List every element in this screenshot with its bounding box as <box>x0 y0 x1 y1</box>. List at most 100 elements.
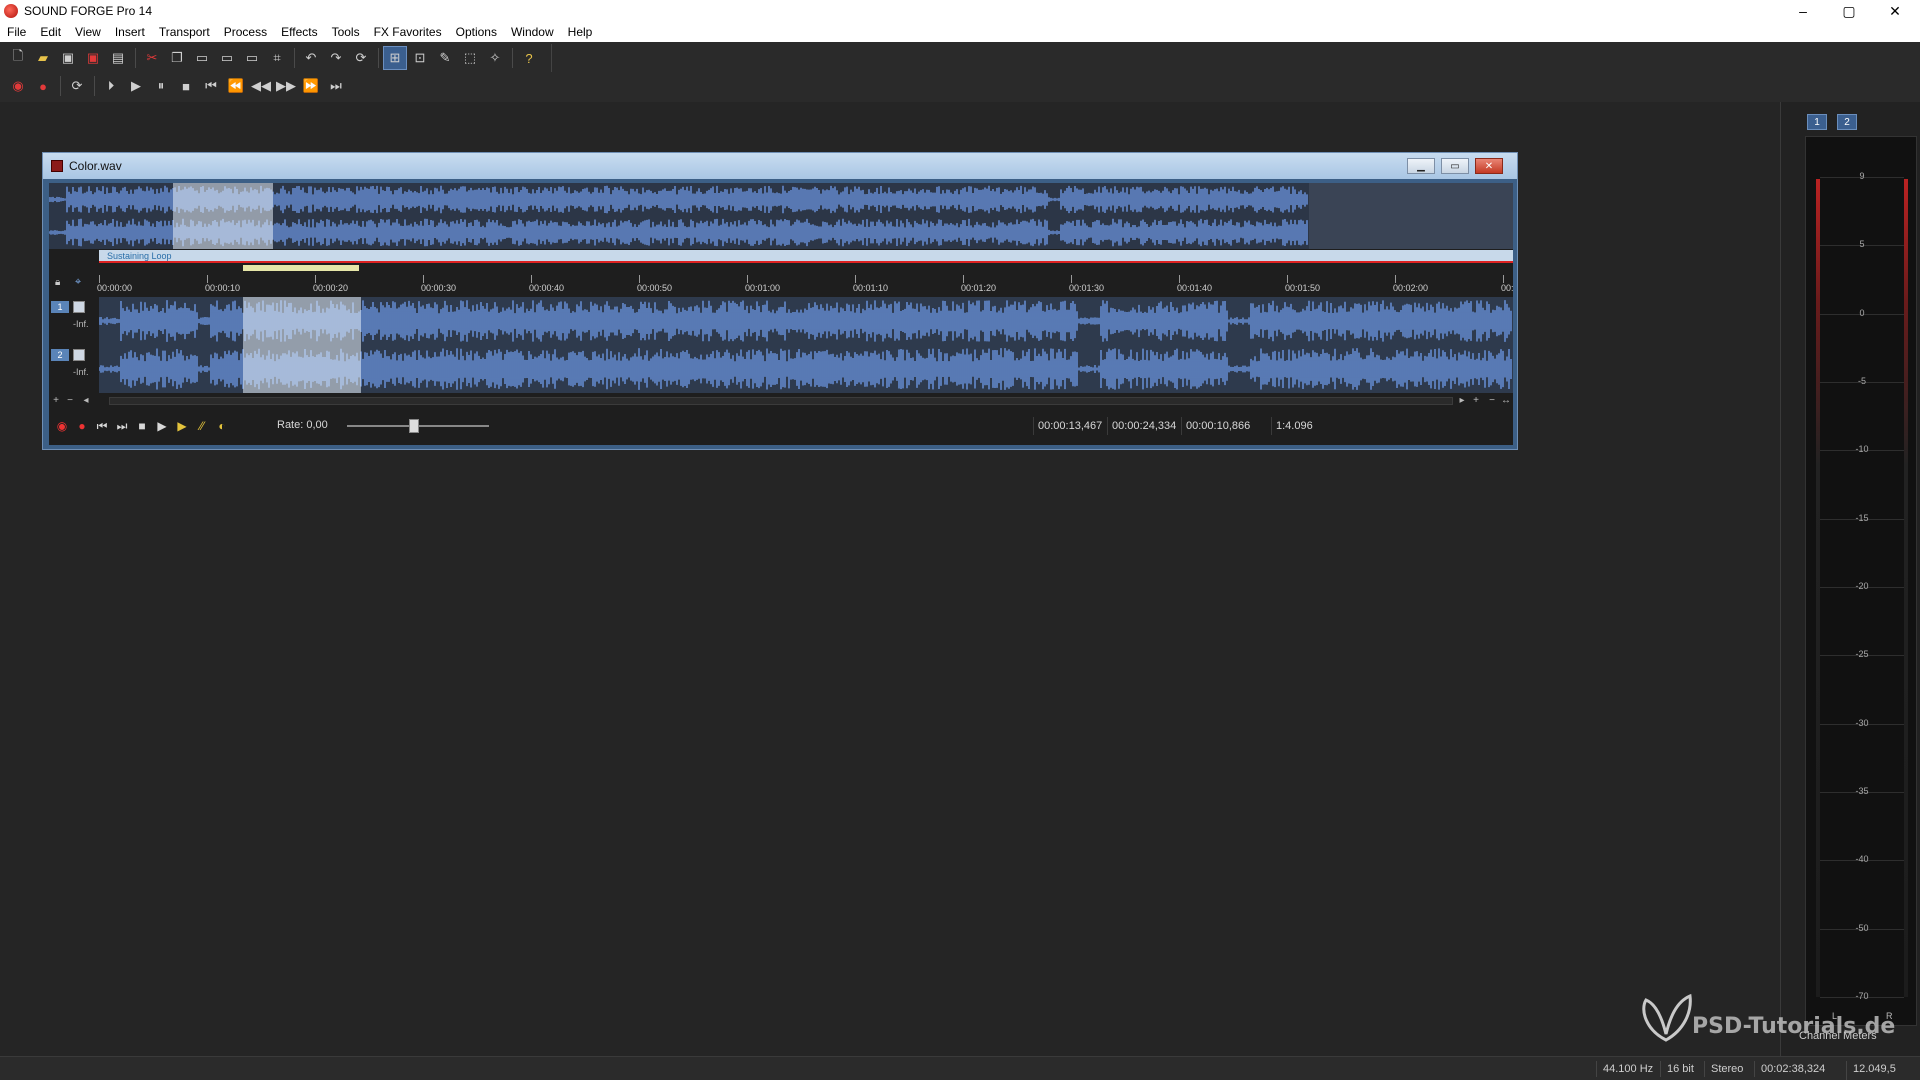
channel-number[interactable]: 2 <box>51 349 69 361</box>
menu-insert[interactable]: Insert <box>108 22 152 42</box>
new-file-icon[interactable]: 🗋 <box>6 46 30 70</box>
play-looped-icon[interactable]: ▶ <box>173 417 191 435</box>
menu-window[interactable]: Window <box>504 22 561 42</box>
time-ruler-area[interactable]: 🔒︎ ⌖ 00:00:00 00:00:10 00:00:20 00:00:30 00:… <box>49 265 1514 297</box>
ruler-tick <box>639 275 640 283</box>
fast-forward-icon[interactable]: ▶▶ <box>274 74 298 98</box>
minimize-button[interactable]: – <box>1780 0 1826 22</box>
selection-start[interactable]: 00:00:13,467 <box>1033 417 1106 435</box>
channel-mute-button[interactable] <box>73 301 85 313</box>
cut-icon[interactable]: ✂ <box>140 46 164 70</box>
zoom-in-vertical-icon[interactable]: + <box>49 393 63 409</box>
sustaining-loop-region[interactable] <box>99 250 1513 263</box>
record-icon[interactable]: ● <box>73 417 91 435</box>
save-icon[interactable]: ▣ <box>56 46 80 70</box>
meter-scale-label: 9 <box>1859 171 1865 181</box>
channel-number[interactable]: 1 <box>51 301 69 313</box>
data-window-titlebar[interactable]: Color.wav ▁ ▭ ✕ <box>43 153 1517 179</box>
help-icon[interactable]: ? <box>517 46 541 70</box>
menu-view[interactable]: View <box>68 22 108 42</box>
redo-icon[interactable]: ↷ <box>324 46 348 70</box>
paste-icon[interactable]: ▭ <box>190 46 214 70</box>
go-to-start-icon[interactable]: ⏮ <box>199 74 223 98</box>
play-icon[interactable]: ▶ <box>153 417 171 435</box>
pause-icon[interactable]: ⏸ <box>149 74 173 98</box>
channel-mute-button[interactable] <box>73 349 85 361</box>
ruler-tick-label: 00:00:30 <box>421 283 457 293</box>
event-tool-icon[interactable]: ✧ <box>483 46 507 70</box>
snap-icon[interactable]: ⌖ <box>75 276 81 289</box>
time-ruler[interactable]: 00:00:00 00:00:10 00:00:20 00:00:30 00:00:40… <box>97 275 1514 297</box>
play-icon[interactable]: ▶ <box>124 74 148 98</box>
meter-tab-1[interactable]: 1 <box>1807 114 1827 130</box>
selection-length[interactable]: 00:00:10,866 <box>1181 417 1254 435</box>
menu-fx-favorites[interactable]: FX Favorites <box>367 22 449 42</box>
loop-icon[interactable]: ⟳ <box>65 74 89 98</box>
channel-2-waveform[interactable] <box>99 345 1513 393</box>
menu-effects[interactable]: Effects <box>274 22 324 42</box>
save-all-icon[interactable]: ▤ <box>106 46 130 70</box>
zoom-ratio[interactable]: 1:4.096 <box>1271 417 1317 435</box>
envelope-tool-icon[interactable]: ⬚ <box>458 46 482 70</box>
stop-icon[interactable]: ■ <box>133 417 151 435</box>
zoom-out-horizontal-icon[interactable]: − <box>1485 393 1499 409</box>
channel-1-waveform[interactable] <box>99 297 1513 345</box>
pencil-tool-icon[interactable]: ✎ <box>433 46 457 70</box>
scrub-icon[interactable]: ⁄⁄ <box>193 417 211 435</box>
status-channels: Stereo <box>1704 1061 1749 1077</box>
go-to-start-icon[interactable]: ⏮ <box>93 417 111 435</box>
repeat-icon[interactable]: ⟳ <box>349 46 373 70</box>
rate-slider-thumb[interactable] <box>409 419 419 433</box>
open-folder-icon[interactable]: ▰ <box>31 46 55 70</box>
selection-end[interactable]: 00:00:24,334 <box>1107 417 1180 435</box>
record-icon[interactable]: ● <box>31 74 55 98</box>
transport-toolbar: ◉ ● ⟳ ⏵ ▶ ⏸ ■ ⏮ ⏪ ◀◀ ▶▶ ⏩ ⏭ <box>0 72 352 100</box>
crop-icon[interactable]: ⌗ <box>265 46 289 70</box>
rewind-icon[interactable]: ◀◀ <box>249 74 273 98</box>
zoom-fit-icon[interactable]: ↔ <box>1499 393 1513 409</box>
scroll-right-icon[interactable]: ▸ <box>1455 393 1469 409</box>
data-window-close[interactable]: ✕ <box>1475 158 1503 174</box>
previous-icon[interactable]: ⏪ <box>224 74 248 98</box>
mix-icon[interactable]: ▭ <box>215 46 239 70</box>
menu-options[interactable]: Options <box>449 22 504 42</box>
paste-new-icon[interactable]: ▭ <box>240 46 264 70</box>
waveform-tracks[interactable]: 1 -Inf. 2 -Inf. <box>49 297 1513 393</box>
copy-icon[interactable]: ❐ <box>165 46 189 70</box>
close-button[interactable]: ✕ <box>1872 0 1918 22</box>
zoom-out-vertical-icon[interactable]: − <box>63 393 77 409</box>
menu-file[interactable]: File <box>0 22 33 42</box>
magnify-tool-icon[interactable]: ⊡ <box>408 46 432 70</box>
overview-bar[interactable] <box>49 183 1513 249</box>
go-to-end-icon[interactable]: ⏭ <box>113 417 131 435</box>
marker-bar[interactable]: Sustaining Loop <box>49 249 1513 265</box>
record-arm-icon[interactable]: ◉ <box>53 417 71 435</box>
ruler-tick-label: 00:01:20 <box>961 283 997 293</box>
rate-label: Rate: 0,00 <box>277 419 328 431</box>
record-arm-icon[interactable]: ◉ <box>6 74 30 98</box>
edit-tool-icon[interactable]: ⊞ <box>383 46 407 70</box>
menu-tools[interactable]: Tools <box>325 22 367 42</box>
menu-help[interactable]: Help <box>561 22 600 42</box>
lock-icon[interactable]: 🔒︎ <box>55 277 60 288</box>
zoom-in-horizontal-icon[interactable]: + <box>1469 393 1483 409</box>
ruler-tick-label: 00:00:20 <box>313 283 349 293</box>
save-as-icon[interactable]: ▣ <box>81 46 105 70</box>
go-to-end-icon[interactable]: ⏭ <box>324 74 348 98</box>
data-window-maximize[interactable]: ▭ <box>1441 158 1469 174</box>
horizontal-scrollbar[interactable] <box>109 397 1453 405</box>
play-all-icon[interactable]: ⏵ <box>99 74 123 98</box>
undo-icon[interactable]: ↶ <box>299 46 323 70</box>
maximize-button[interactable]: ▢ <box>1826 0 1872 22</box>
stop-icon[interactable]: ■ <box>174 74 198 98</box>
menu-edit[interactable]: Edit <box>33 22 68 42</box>
rate-slider[interactable] <box>347 419 489 433</box>
meter-tab-2[interactable]: 2 <box>1837 114 1857 130</box>
menu-transport[interactable]: Transport <box>152 22 217 42</box>
data-window-minimize[interactable]: ▁ <box>1407 158 1435 174</box>
ruler-tick-label: 00: <box>1501 283 1514 293</box>
plug-in-chainer-icon[interactable]: ◐ <box>213 417 231 435</box>
scroll-left-icon[interactable]: ◂ <box>79 393 93 409</box>
menu-process[interactable]: Process <box>217 22 274 42</box>
next-icon[interactable]: ⏩ <box>299 74 323 98</box>
